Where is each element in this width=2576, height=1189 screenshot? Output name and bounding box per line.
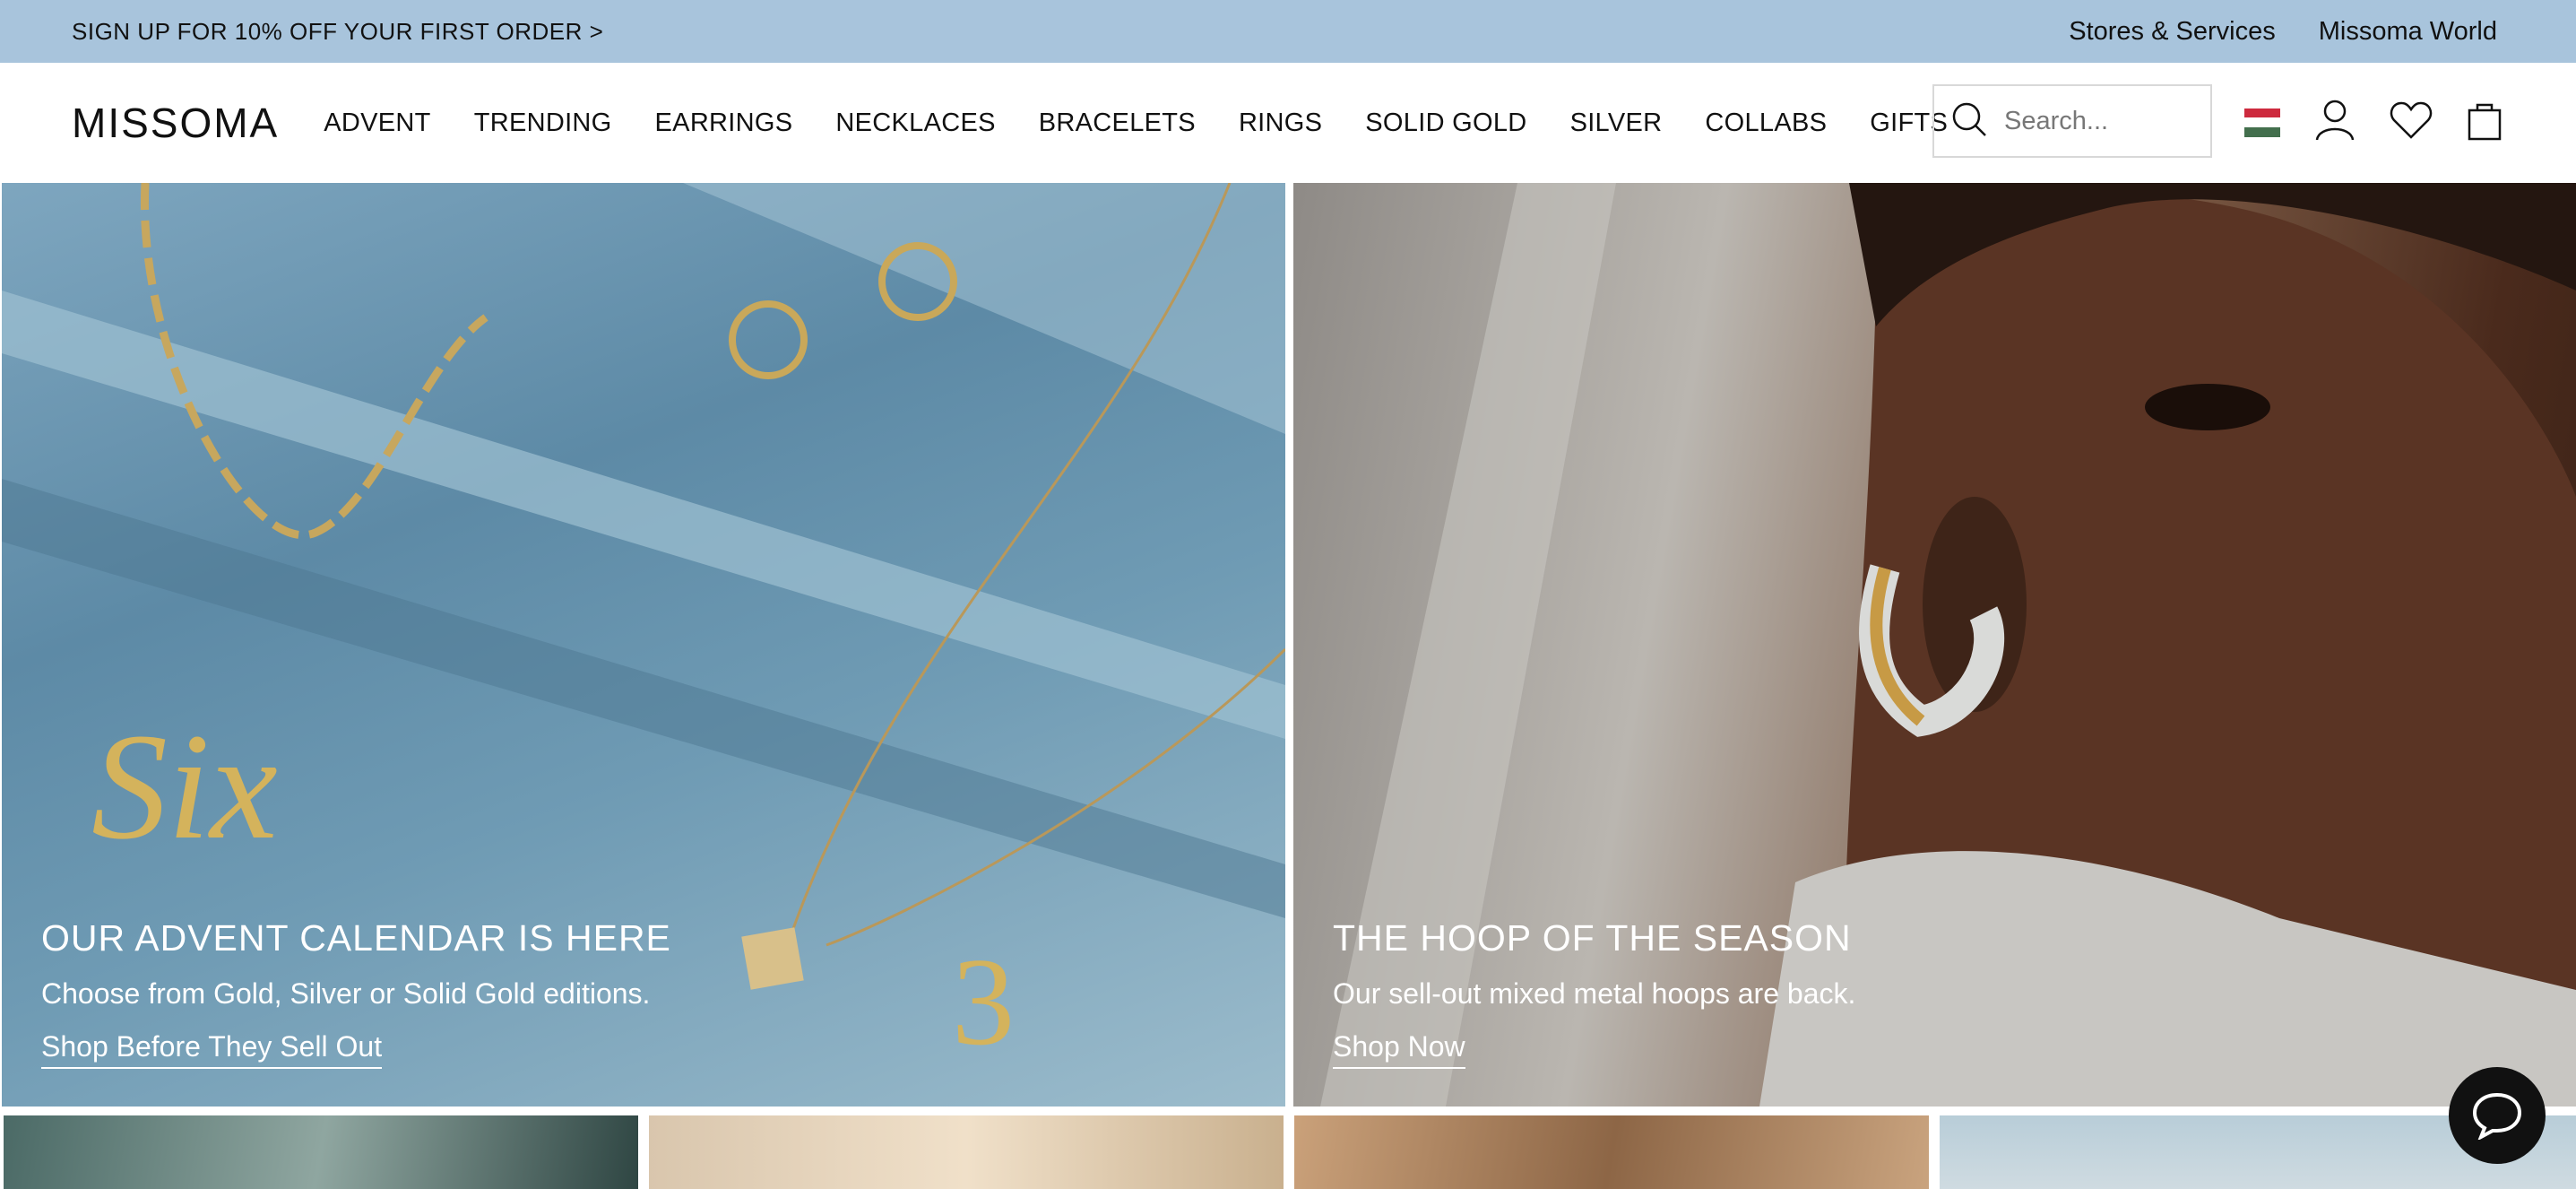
nav-item-collabs[interactable]: COLLABS — [1705, 108, 1827, 138]
top-links: Stores & Services Missoma World — [2069, 17, 2497, 47]
hero-right-subtitle: Our sell-out mixed metal hoops are back. — [1333, 977, 1856, 1010]
flag-icon[interactable] — [2244, 108, 2280, 137]
announcement-bar: SIGN UP FOR 10% OFF YOUR FIRST ORDER > S… — [0, 0, 2576, 63]
bag-icon[interactable] — [2467, 100, 2503, 145]
logo[interactable]: MISSOMA — [72, 99, 279, 147]
nav-item-trending[interactable]: TRENDING — [474, 108, 612, 138]
site-header: MISSOMA ADVENT TRENDING EARRINGS NECKLAC… — [0, 63, 2576, 183]
chat-icon — [2472, 1092, 2522, 1140]
nav-item-advent[interactable]: ADVENT — [324, 108, 430, 138]
svg-text:Six: Six — [91, 702, 278, 871]
shop-before-sell-out-link[interactable]: Shop Before They Sell Out — [41, 1030, 383, 1069]
nav-item-rings[interactable]: RINGS — [1239, 108, 1322, 138]
search-box[interactable] — [1932, 84, 2212, 158]
nav-item-necklaces[interactable]: NECKLACES — [835, 108, 995, 138]
product-tile[interactable] — [649, 1115, 1284, 1189]
nav-item-solid-gold[interactable]: SOLID GOLD — [1365, 108, 1526, 138]
search-input[interactable] — [2004, 106, 2201, 136]
hero-right-title: THE HOOP OF THE SEASON — [1333, 917, 1852, 959]
signup-promo-link[interactable]: SIGN UP FOR 10% OFF YOUR FIRST ORDER > — [72, 18, 603, 46]
product-tile[interactable] — [1294, 1115, 1929, 1189]
account-icon[interactable] — [2314, 99, 2356, 146]
hero-hoop-banner[interactable]: THE HOOP OF THE SEASON Our sell-out mixe… — [1293, 183, 2576, 1107]
nav-item-silver[interactable]: SILVER — [1570, 108, 1663, 138]
shop-now-link[interactable]: Shop Now — [1333, 1030, 1465, 1069]
product-tile[interactable] — [4, 1115, 638, 1189]
stores-services-link[interactable]: Stores & Services — [2069, 17, 2275, 47]
chat-button[interactable] — [2449, 1067, 2546, 1164]
hero-left-title: OUR ADVENT CALENDAR IS HERE — [41, 917, 671, 959]
search-icon[interactable] — [1950, 100, 1988, 143]
missoma-world-link[interactable]: Missoma World — [2319, 17, 2497, 47]
hero-advent-banner[interactable]: Six 3 OUR ADVENT CALENDAR IS HERE Choose… — [2, 183, 1285, 1107]
hero-left-text: OUR ADVENT CALENDAR IS HERE Choose from … — [41, 917, 671, 1069]
main-nav: ADVENT TRENDING EARRINGS NECKLACES BRACE… — [324, 108, 1948, 138]
nav-item-earrings[interactable]: EARRINGS — [655, 108, 793, 138]
hero-right-text: THE HOOP OF THE SEASON Our sell-out mixe… — [1333, 917, 1855, 1069]
nav-item-bracelets[interactable]: BRACELETS — [1039, 108, 1196, 138]
svg-text:3: 3 — [952, 933, 1015, 1072]
hero-left-subtitle: Choose from Gold, Silver or Solid Gold e… — [41, 977, 651, 1010]
header-icons — [2244, 99, 2503, 146]
wishlist-icon[interactable] — [2390, 100, 2433, 144]
